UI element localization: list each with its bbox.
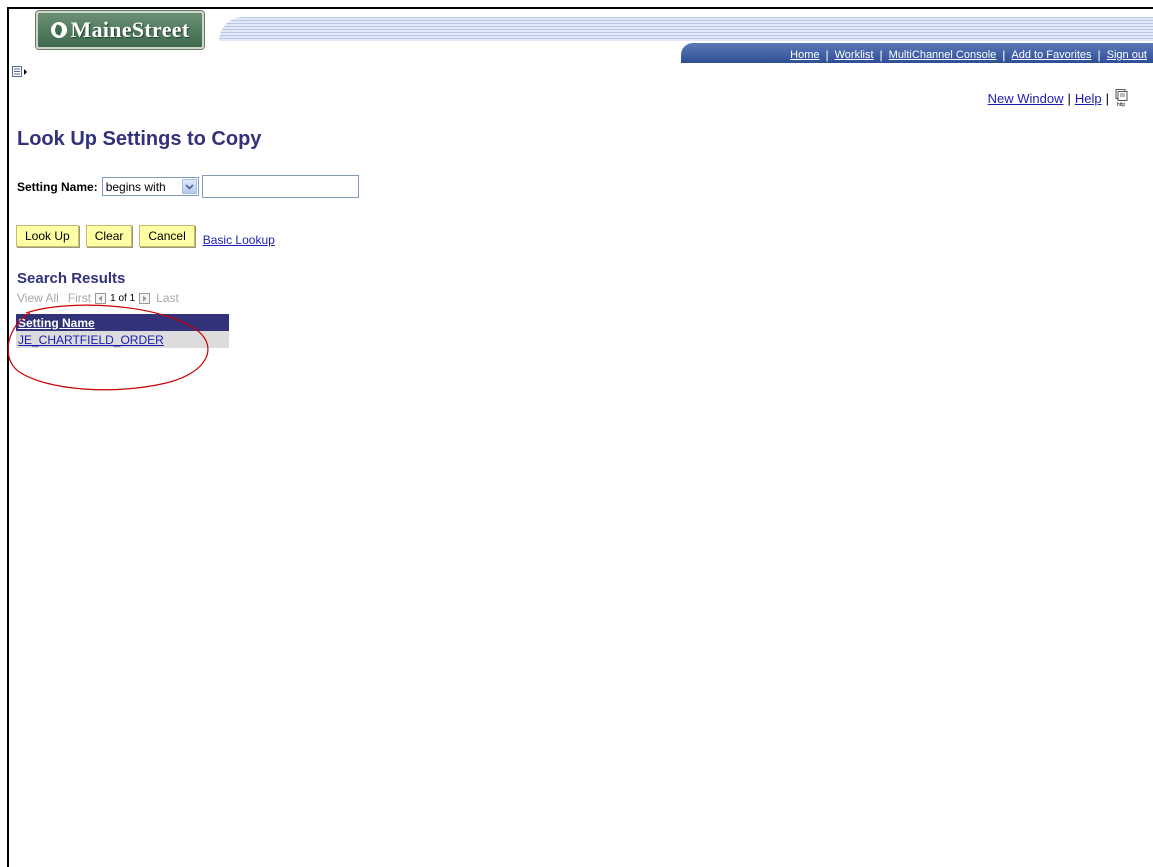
nav-separator: | [825, 48, 829, 62]
nav-multichannel-console-link[interactable]: MultiChannel Console [889, 49, 997, 61]
basic-lookup-link[interactable]: Basic Lookup [203, 233, 275, 247]
table-cell: JE_CHARTFIELD_ORDER [16, 331, 229, 348]
result-link-je-chartfield-order[interactable]: JE_CHARTFIELD_ORDER [18, 333, 164, 347]
look-up-button[interactable]: Look Up [16, 225, 79, 247]
nav-separator: | [1097, 48, 1101, 62]
search-operator-value: begins with [105, 179, 166, 194]
next-page-icon[interactable] [139, 292, 151, 304]
menu-toggle-icon[interactable] [12, 66, 28, 78]
nav-worklist-link[interactable]: Worklist [835, 49, 874, 61]
search-results-title: Search Results [17, 270, 126, 287]
banner-stripe [219, 17, 1153, 41]
action-buttons: Look Up Clear Cancel Basic Lookup [16, 225, 275, 247]
setting-name-input[interactable] [201, 175, 359, 198]
chevron-down-icon[interactable] [181, 179, 197, 194]
table-row: JE_CHARTFIELD_ORDER [16, 331, 229, 348]
nav-separator: | [1002, 48, 1006, 62]
first-link[interactable]: First [68, 291, 91, 305]
header-nav: Home | Worklist | MultiChannel Console |… [790, 48, 1147, 62]
http-icon-label: http [1117, 102, 1126, 107]
last-link[interactable]: Last [156, 291, 179, 305]
help-link[interactable]: Help [1075, 91, 1102, 106]
toolbar-separator: | [1067, 90, 1071, 106]
cancel-button[interactable]: Cancel [139, 225, 195, 247]
nav-sign-out-link[interactable]: Sign out [1107, 49, 1147, 61]
page-title: Look Up Settings to Copy [17, 128, 262, 150]
search-operator-select[interactable]: begins with [101, 177, 199, 196]
page-count: 1 of 1 [110, 292, 136, 304]
previous-page-icon[interactable] [95, 292, 107, 304]
top-banner: MaineStreet Home | Worklist | MultiChann… [9, 9, 1153, 63]
setting-name-label: Setting Name: [17, 179, 98, 194]
nav-add-to-favorites-link[interactable]: Add to Favorites [1011, 49, 1091, 61]
new-window-link[interactable]: New Window [988, 91, 1064, 106]
clear-button[interactable]: Clear [85, 225, 133, 247]
nav-home-link[interactable]: Home [790, 49, 819, 61]
search-criteria: Setting Name: begins with [17, 175, 359, 198]
http-icon[interactable]: http [1113, 89, 1129, 107]
table-header-row: Setting Name [16, 314, 229, 331]
nav-separator: | [879, 48, 883, 62]
logo-text: MaineStreet [70, 17, 190, 42]
results-pager: View All First 1 of 1 Last [17, 291, 179, 305]
page-toolbar: New Window | Help | http [988, 89, 1129, 107]
mainestreet-logo[interactable]: MaineStreet [36, 11, 204, 49]
results-table: Setting Name JE_CHARTFIELD_ORDER [16, 314, 229, 348]
maine-map-icon [50, 22, 67, 38]
toolbar-separator: | [1105, 90, 1109, 106]
view-all-link[interactable]: View All [17, 291, 59, 305]
column-header-setting-name[interactable]: Setting Name [16, 314, 229, 331]
